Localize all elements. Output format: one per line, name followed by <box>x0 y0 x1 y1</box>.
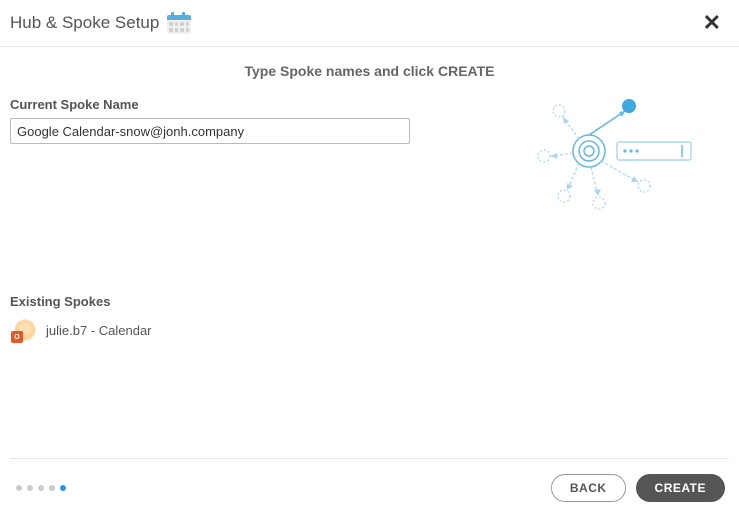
hub-spoke-illustration <box>529 91 699 211</box>
header-left: Hub & Spoke Setup <box>10 12 191 34</box>
current-spoke-input[interactable] <box>10 118 410 144</box>
spoke-avatar-icon: O <box>14 319 36 341</box>
dialog-header: Hub & Spoke Setup ✕ <box>0 0 739 47</box>
instruction-text: Type Spoke names and click CREATE <box>0 47 739 89</box>
dialog-footer: BACK CREATE <box>0 464 739 516</box>
back-button[interactable]: BACK <box>551 474 626 502</box>
step-indicator <box>16 485 66 491</box>
spoke-name: julie.b7 - Calendar <box>46 323 152 338</box>
existing-spoke-item: O julie.b7 - Calendar <box>10 319 729 341</box>
content-area: Current Spoke Name Existing Spokes O <box>0 97 739 341</box>
existing-spokes-label: Existing Spokes <box>10 294 729 309</box>
create-button[interactable]: CREATE <box>636 474 725 502</box>
step-dot <box>16 485 22 491</box>
close-icon[interactable]: ✕ <box>699 10 725 36</box>
step-dot <box>49 485 55 491</box>
step-dot <box>38 485 44 491</box>
step-dot-active <box>60 485 66 491</box>
outlook-badge-icon: O <box>11 331 23 343</box>
dialog-title: Hub & Spoke Setup <box>10 13 159 33</box>
calendar-icon <box>167 12 191 34</box>
footer-buttons: BACK CREATE <box>551 474 725 502</box>
step-dot <box>27 485 33 491</box>
